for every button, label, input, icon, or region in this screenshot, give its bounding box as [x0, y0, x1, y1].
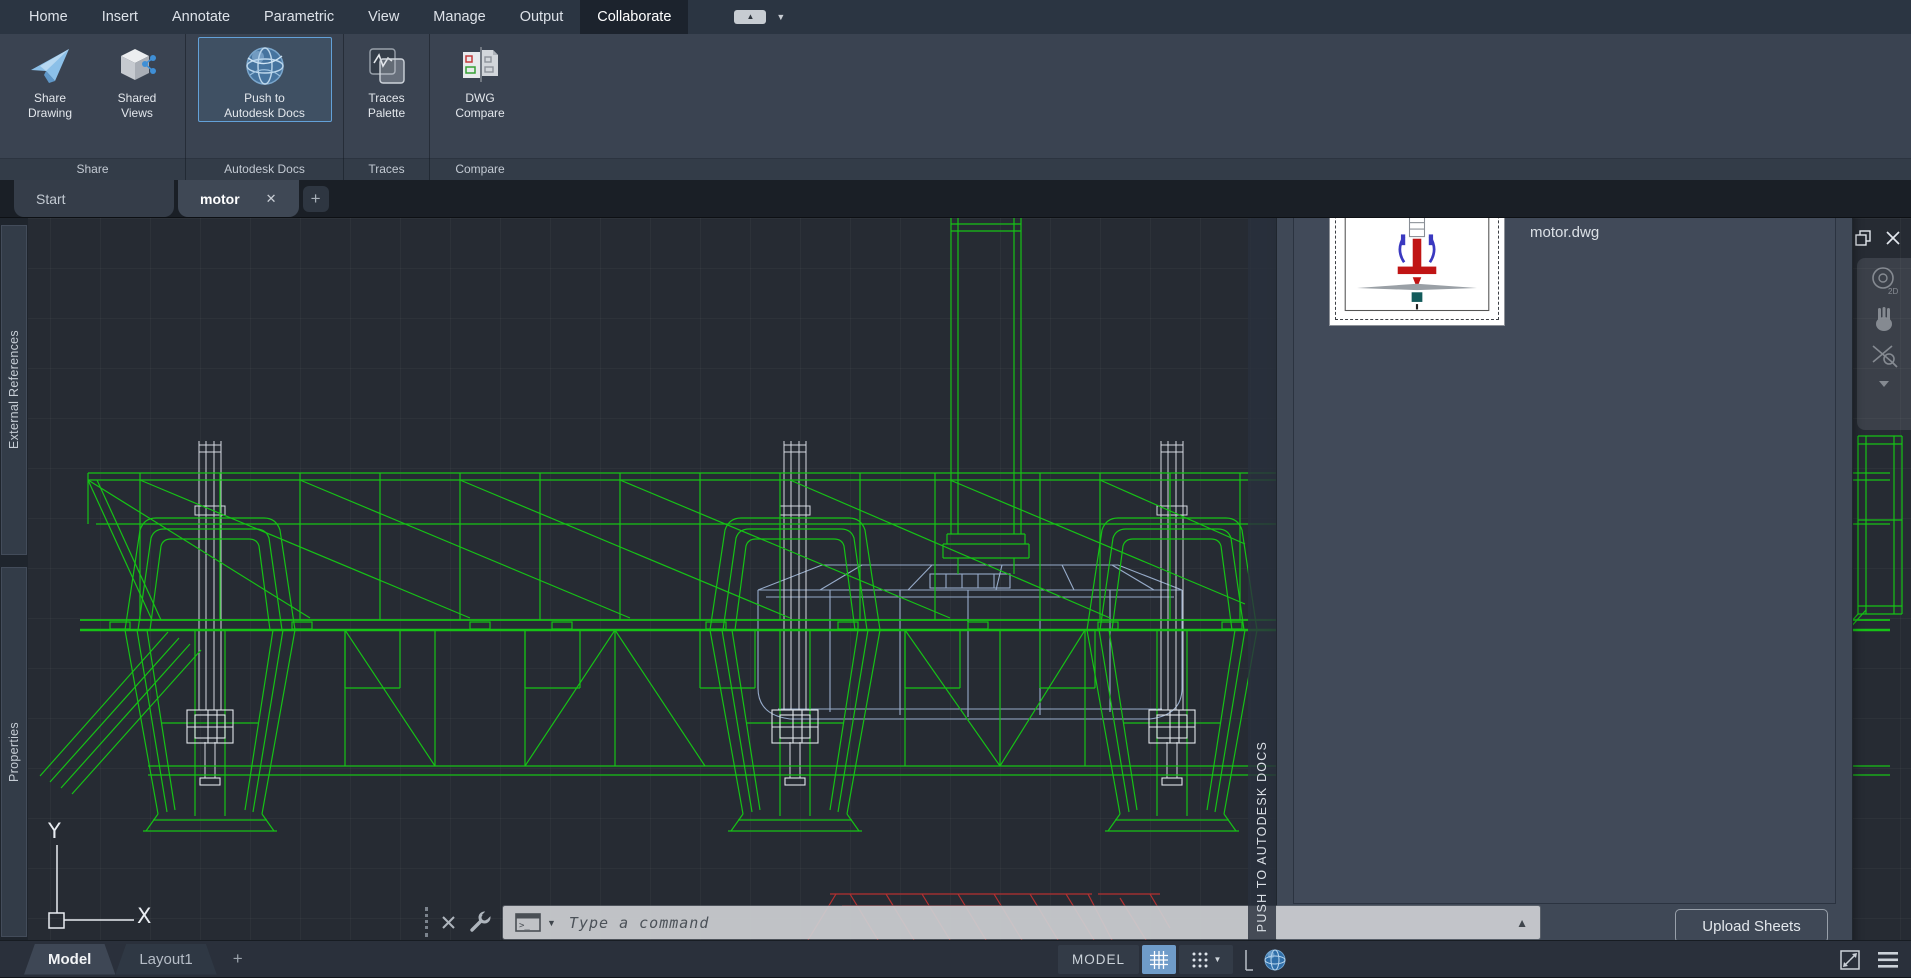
menu-collaborate[interactable]: Collaborate	[580, 0, 688, 34]
grid-icon	[1149, 950, 1169, 970]
command-history-caret-icon[interactable]: ▼	[547, 918, 556, 928]
command-prompt-icon[interactable]: >_	[515, 913, 541, 932]
menu-parametric[interactable]: Parametric	[247, 0, 351, 34]
group-label-traces[interactable]: Traces	[344, 158, 429, 180]
menu-view[interactable]: View	[351, 0, 416, 34]
customization-menu-icon[interactable]	[1877, 951, 1899, 969]
status-bar: Model Layout1 + MODEL ▼	[0, 940, 1911, 977]
grid-display-button[interactable]	[1142, 945, 1176, 974]
button-label: Share	[28, 91, 72, 106]
ribbon: ShareDrawing SharedViews Share	[0, 34, 1911, 180]
command-line-handle[interactable]	[425, 903, 491, 941]
ucs-icon: Y X	[47, 819, 151, 928]
menu-insert[interactable]: Insert	[85, 0, 155, 34]
left-palette-strip: External References Properties	[0, 218, 28, 940]
globe-icon	[241, 41, 289, 91]
drag-handle-icon[interactable]	[425, 907, 428, 937]
share-drawing-button[interactable]: ShareDrawing	[6, 37, 94, 122]
group-label-autodesk-docs[interactable]: Autodesk Docs	[186, 158, 343, 180]
button-label: Compare	[455, 106, 504, 121]
pan-hand-icon[interactable]	[1870, 305, 1898, 333]
command-line[interactable]: >_ ▼ Type a command ▲	[503, 906, 1540, 939]
traces-palette-button[interactable]: TracesPalette	[350, 37, 423, 122]
dwg-compare-button[interactable]: DWGCompare	[437, 37, 523, 122]
button-label: Shared	[118, 91, 157, 106]
autodesk-globe-icon[interactable]	[1263, 948, 1287, 972]
cube-share-icon	[115, 41, 159, 91]
navbar-caret-icon[interactable]	[1877, 379, 1891, 389]
menu-home[interactable]: Home	[12, 0, 85, 34]
ribbon-toggle-icon[interactable]: ▲	[734, 10, 766, 24]
paper-plane-icon	[28, 41, 72, 91]
model-space-indicator[interactable]: MODEL	[1058, 945, 1139, 974]
menu-bar: Home Insert Annotate Parametric View Man…	[0, 0, 1911, 34]
group-label-compare[interactable]: Compare	[430, 158, 530, 180]
blue-tank-wireframe	[758, 565, 1182, 719]
customize-wrench-icon[interactable]	[469, 911, 491, 933]
command-input[interactable]: Type a command	[569, 914, 709, 932]
close-tab-icon[interactable]: ✕	[266, 191, 277, 207]
post-clamps	[187, 710, 1195, 785]
button-label: Views	[118, 106, 157, 121]
close-command-line-icon[interactable]	[441, 915, 456, 930]
ribbon-group-traces: TracesPalette Traces	[344, 34, 430, 180]
menu-output[interactable]: Output	[503, 0, 581, 34]
close-window-icon[interactable]	[1885, 230, 1901, 246]
ribbon-collapse-control[interactable]: ▲ ▼	[734, 0, 785, 34]
snap-dots-icon	[1191, 951, 1209, 969]
button-label: Drawing	[28, 106, 72, 121]
chevron-down-icon[interactable]: ▼	[776, 12, 785, 22]
button-label: Push to	[224, 91, 305, 106]
push-to-autodesk-docs-button[interactable]: Push toAutodesk Docs	[198, 37, 332, 122]
button-label: DWG	[455, 91, 504, 106]
button-label: Traces	[368, 91, 405, 106]
file-tab-bar: Start motor ✕ +	[0, 180, 1911, 218]
wheel-2d-label: 2D	[1888, 287, 1898, 296]
ribbon-group-autodesk-docs: Push toAutodesk Docs Autodesk Docs	[186, 34, 344, 180]
clean-screen-icon[interactable]	[1839, 949, 1861, 971]
new-layout-button[interactable]: +	[225, 949, 251, 969]
menu-annotate[interactable]: Annotate	[155, 0, 247, 34]
zoom-extents-icon[interactable]	[1870, 342, 1898, 370]
ribbon-group-compare: DWGCompare Compare	[430, 34, 530, 180]
ucs-x-label: X	[137, 904, 151, 928]
palette-vertical-title: PUSH TO AUTODESK DOCS	[1255, 741, 1269, 932]
compare-pages-icon	[458, 41, 502, 91]
traces-icon	[366, 41, 408, 91]
properties-tab[interactable]: Properties	[1, 567, 27, 937]
upload-sheets-button[interactable]: Upload Sheets	[1675, 909, 1828, 943]
svg-text:>_: >_	[519, 921, 530, 931]
menu-manage[interactable]: Manage	[416, 0, 502, 34]
restore-window-icon[interactable]	[1855, 230, 1871, 246]
model-tab[interactable]: Model	[24, 944, 115, 975]
new-drawing-button[interactable]: +	[303, 186, 329, 212]
navigation-wheel-icon[interactable]: 2D	[1869, 266, 1899, 296]
button-label: Palette	[368, 106, 405, 121]
tab-label: Start	[36, 191, 66, 207]
thumbnail-drawing	[1342, 202, 1492, 314]
ribbon-group-share: ShareDrawing SharedViews Share	[0, 34, 186, 180]
status-divider-icon	[1244, 948, 1254, 972]
tab-motor[interactable]: motor ✕	[178, 180, 299, 217]
group-label-share[interactable]: Share	[0, 158, 185, 180]
snap-mode-button[interactable]: ▼	[1179, 945, 1233, 974]
tab-start[interactable]: Start	[14, 180, 174, 217]
navigation-bar[interactable]: 2D	[1857, 258, 1911, 430]
support-posts	[195, 441, 1187, 778]
layout1-tab[interactable]: Layout1	[115, 944, 216, 975]
snap-caret-icon[interactable]: ▼	[1214, 955, 1222, 964]
ucs-y-label: Y	[47, 819, 61, 843]
button-label: Autodesk Docs	[224, 106, 305, 121]
sheet-drawing-name: motor.dwg	[1530, 221, 1599, 245]
shared-views-button[interactable]: SharedViews	[96, 37, 178, 122]
external-references-tab[interactable]: External References	[1, 225, 27, 555]
tab-label: motor	[200, 191, 240, 207]
sheets-list: ✔ motor-Layout1.pdf	[1293, 131, 1836, 904]
expand-command-history-icon[interactable]: ▲	[1516, 916, 1528, 930]
